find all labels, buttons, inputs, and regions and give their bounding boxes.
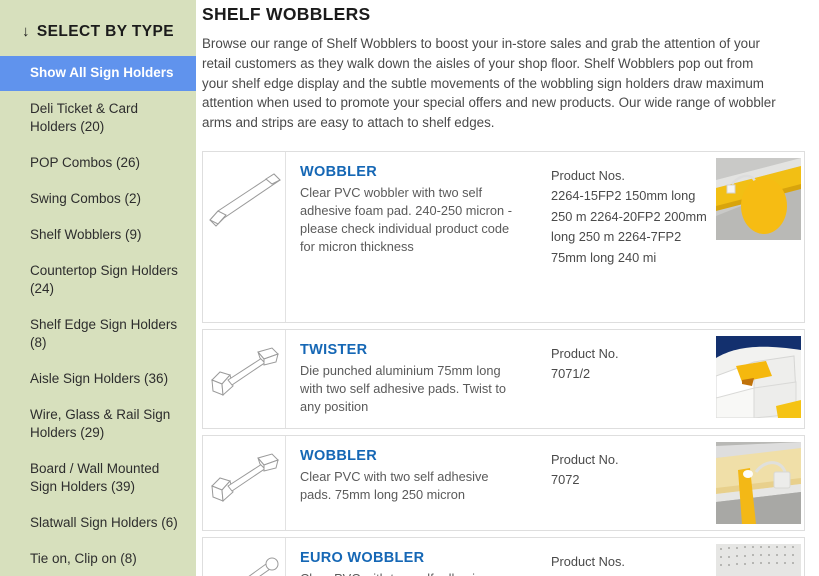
product-codes-label: Product Nos. — [551, 553, 625, 569]
product-codes-cell: Product No. 7071/2 — [551, 330, 716, 428]
category-intro-text: Browse our range of Shelf Wobblers to bo… — [202, 36, 776, 131]
product-photo-cell[interactable] — [716, 152, 804, 322]
product-codes-label: Product No. — [551, 345, 619, 361]
product-description: Clear PVC with two self adhesive pads. 7… — [300, 468, 489, 502]
sidebar-item-board-wall-mounted-sign-holders[interactable]: Board / Wall Mounted Sign Holders (39) — [0, 451, 196, 505]
sidebar-item-shelf-edge-sign-holders[interactable]: Shelf Edge Sign Holders (8) — [0, 307, 196, 361]
straight-strip-drawing-icon — [209, 173, 281, 227]
category-nav-list: Show All Sign Holders Deli Ticket & Card… — [0, 56, 196, 576]
sidebar-item-swing-combos[interactable]: Swing Combos (2) — [0, 181, 196, 217]
product-info-cell: WOBBLER Clear PVC with two self adhesive… — [286, 436, 551, 530]
product-line-drawing-cell — [203, 435, 286, 530]
sidebar-header-label: SELECT BY TYPE — [36, 23, 174, 40]
product-description: Clear PVC with two self adhesive fingert… — [300, 570, 515, 576]
sidebar-item-shelf-wobblers[interactable]: Shelf Wobblers (9) — [0, 217, 196, 253]
product-codes-value: 2264-EWA 200mm long — [551, 572, 708, 576]
sidebar: ↓ SELECT BY TYPE Show All Sign Holders De… — [0, 0, 196, 576]
sidebar-item-tie-on-clip-on[interactable]: Tie on, Clip on (8) — [0, 541, 196, 576]
sidebar-item-wire-glass-rail-sign-holders[interactable]: Wire, Glass & Rail Sign Holders (29) — [0, 397, 196, 451]
sidebar-item-slatwall-sign-holders[interactable]: Slatwall Sign Holders (6) — [0, 505, 196, 541]
down-arrow-icon: ↓ — [22, 23, 30, 40]
product-title-link[interactable]: WOBBLER — [300, 448, 537, 464]
product-photo-cell[interactable] — [716, 330, 804, 428]
product-photo-cell[interactable] — [716, 436, 804, 530]
twister-paddle-drawing-icon — [211, 453, 279, 503]
product-codes-cell: Product Nos. 2264-15FP2 150mm long 250 m… — [551, 152, 716, 322]
product-line-drawing-cell — [203, 537, 286, 576]
product-row[interactable]: WOBBLER Clear PVC wobbler with two self … — [202, 150, 805, 323]
product-codes-cell: Product Nos. 2264-EWA 200mm long — [551, 538, 716, 576]
sidebar-item-deli-ticket-card-holders[interactable]: Deli Ticket & Card Holders (20) — [0, 91, 196, 145]
sidebar-item-pop-combos[interactable]: POP Combos (26) — [0, 145, 196, 181]
product-title-link[interactable]: WOBBLER — [300, 164, 537, 180]
product-line-drawing-cell — [203, 329, 286, 428]
product-row[interactable]: EURO WOBBLER Clear PVC with two self adh… — [202, 536, 805, 576]
product-line-drawing-cell — [203, 151, 286, 322]
main-content: SHELF WOBBLERS Browse our range of Shelf… — [196, 0, 819, 576]
sidebar-item-show-all[interactable]: Show All Sign Holders — [0, 56, 196, 91]
product-title-link[interactable]: EURO WOBBLER — [300, 550, 537, 566]
product-info-cell: WOBBLER Clear PVC wobbler with two self … — [286, 152, 551, 322]
twister-paddle-drawing-icon — [211, 347, 279, 397]
product-title-link[interactable]: TWISTER — [300, 342, 537, 358]
product-photo-cell[interactable] — [716, 538, 804, 576]
product-codes-value: 2264-15FP2 150mm long 250 m 2264-20FP2 2… — [551, 188, 707, 265]
product-row[interactable]: TWISTER Die punched aluminium 75mm long … — [202, 328, 805, 429]
sidebar-item-countertop-sign-holders[interactable]: Countertop Sign Holders (24) — [0, 253, 196, 307]
product-info-cell: EURO WOBBLER Clear PVC with two self adh… — [286, 538, 551, 576]
yellow-oval-wobbler-on-shelf-photo[interactable] — [716, 157, 801, 240]
product-codes-label: Product Nos. — [551, 167, 625, 183]
product-codes-value: 7072 — [551, 472, 580, 488]
product-codes-cell: Product No. 7072 — [551, 436, 716, 530]
product-description: Die punched aluminium 75mm long with two… — [300, 362, 507, 414]
product-codes-value: 7071/2 — [551, 366, 591, 382]
product-description: Clear PVC wobbler with two self adhesive… — [300, 184, 512, 254]
long-thin-arm-drawing-icon — [248, 557, 279, 576]
product-codes-label: Product No. — [551, 451, 619, 467]
product-row[interactable]: WOBBLER Clear PVC with two self adhesive… — [202, 434, 805, 531]
pegboard-yellow-wobbler-photo[interactable] — [716, 543, 801, 576]
sidebar-item-aisle-sign-holders[interactable]: Aisle Sign Holders (36) — [0, 361, 196, 397]
yellow-card-on-white-boxes-photo[interactable] — [716, 335, 801, 418]
yellow-strip-on-shelf-edge-photo[interactable] — [716, 441, 801, 524]
page-root: ↓ SELECT BY TYPE Show All Sign Holders De… — [0, 0, 819, 576]
page-title: SHELF WOBBLERS — [202, 4, 371, 24]
product-list: WOBBLER Clear PVC wobbler with two self … — [202, 150, 805, 576]
product-info-cell: TWISTER Die punched aluminium 75mm long … — [286, 330, 551, 428]
sidebar-header: ↓ SELECT BY TYPE — [0, 0, 196, 56]
